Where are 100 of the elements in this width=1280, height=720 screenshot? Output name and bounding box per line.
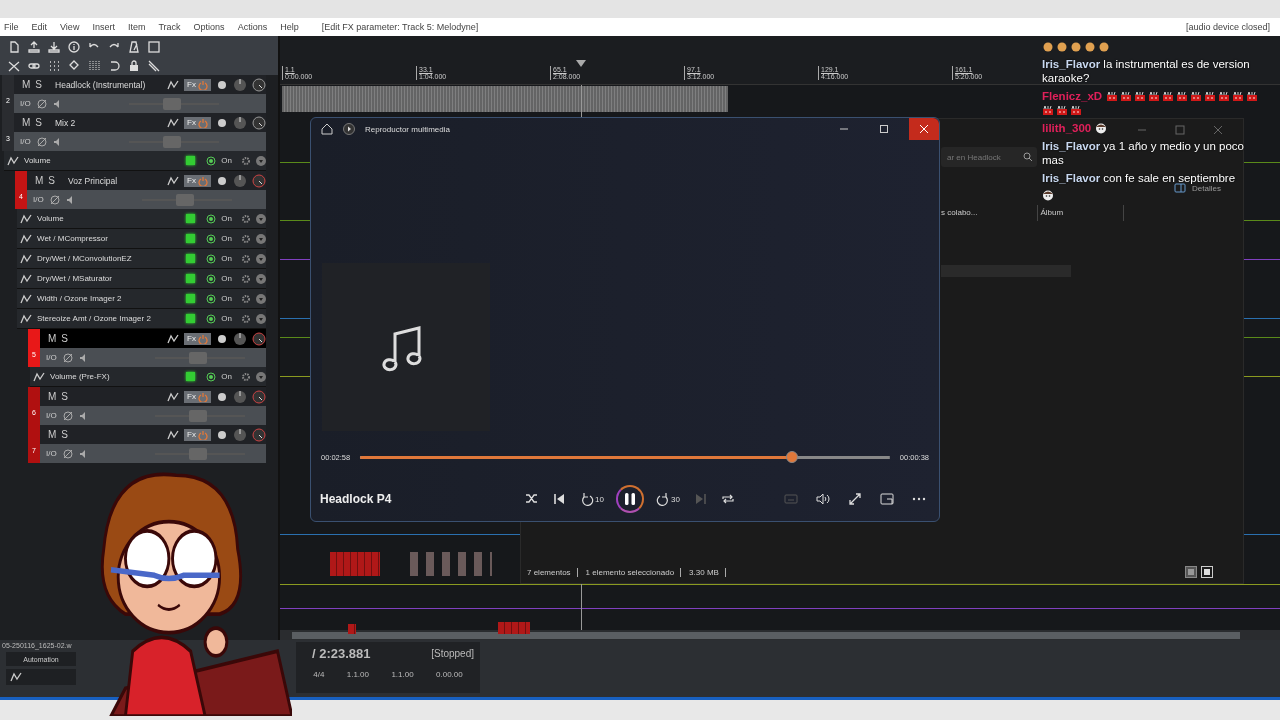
crossfade-icon[interactable]	[8, 59, 20, 72]
menu-item[interactable]: Edit	[31, 22, 48, 32]
solo-button[interactable]: S	[61, 391, 68, 402]
arm-indicator[interactable]	[186, 214, 196, 223]
column-header[interactable]: Álbum	[1038, 205, 1125, 221]
mute-button[interactable]: M	[35, 175, 44, 186]
menu-item[interactable]: File	[4, 22, 19, 32]
download-icon[interactable]	[48, 40, 60, 53]
info-icon[interactable]	[68, 40, 80, 53]
envelope-icon	[20, 232, 32, 245]
skip-back-button[interactable]: 10	[576, 486, 608, 512]
solo-button[interactable]: S	[61, 429, 68, 440]
cake-emote-icon	[1162, 89, 1176, 103]
fx-button[interactable]: Fx	[184, 428, 211, 441]
fx-button[interactable]: Fx	[184, 332, 211, 345]
menu-item[interactable]: Actions	[237, 22, 268, 32]
mute-button[interactable]: M	[48, 391, 57, 402]
menu-item[interactable]: Help	[280, 22, 299, 32]
arm-indicator[interactable]	[186, 254, 196, 263]
cake-emote-icon	[1246, 89, 1260, 103]
chat-message: Iris_Flavor ya 1 año y medio y un poco mas	[1042, 139, 1245, 167]
radio-dot-icon	[206, 273, 217, 284]
search-field[interactable]: ar en Headlock	[941, 147, 1037, 167]
seek-thumb[interactable]	[785, 451, 798, 463]
loop-icon[interactable]	[108, 59, 120, 72]
coin-emote-icon	[1070, 40, 1083, 53]
fx-button[interactable]: Fx	[184, 78, 211, 91]
fx-button[interactable]: Fx	[184, 116, 211, 129]
horizontal-scrollbar[interactable]	[280, 630, 1280, 640]
fx-button[interactable]: Fx	[184, 174, 211, 187]
menu-item[interactable]: View	[60, 22, 80, 32]
menu-item[interactable]: Insert	[92, 22, 115, 32]
on-label: On	[221, 156, 232, 165]
solo-button[interactable]: S	[48, 175, 55, 186]
dot-grid-icon[interactable]	[48, 59, 60, 72]
solo-button[interactable]: S	[61, 333, 68, 344]
transport-readout: 4/4	[313, 670, 325, 679]
envelope-icon	[20, 272, 32, 285]
details-button[interactable]: Detalles	[1192, 183, 1221, 193]
metronome-icon[interactable]	[128, 40, 140, 53]
mute-button[interactable]: M	[48, 333, 57, 344]
midi-item[interactable]	[410, 552, 492, 576]
home-icon[interactable]	[321, 123, 333, 135]
mute-button[interactable]: M	[48, 429, 57, 440]
pause-icon	[623, 492, 637, 506]
power-icon	[198, 79, 208, 90]
chat-username: lilith_300	[1042, 121, 1092, 135]
menu-item[interactable]: Track	[158, 22, 181, 32]
arm-indicator[interactable]	[186, 234, 196, 243]
coin-emote-icon	[1056, 40, 1069, 53]
track-name[interactable]: Voz Principal	[68, 175, 163, 186]
window-title: [Edit FX parameter: Track 5: Melodyne]	[321, 22, 480, 32]
automation-field[interactable]	[6, 669, 76, 685]
io-button[interactable]: I/O	[20, 99, 31, 108]
play-pause-button[interactable]	[616, 485, 644, 513]
audio-status: [audio device closed]	[1185, 22, 1270, 32]
mute-button[interactable]: M	[22, 79, 31, 90]
close-button[interactable]	[909, 118, 939, 140]
transport-readout: 1.1.00	[346, 670, 369, 679]
mute-button[interactable]: M	[22, 117, 31, 128]
io-button[interactable]: I/O	[20, 137, 31, 146]
power-icon	[198, 117, 208, 128]
envelope-name: Width / Ozone Imager 2	[37, 294, 123, 303]
track-name[interactable]: Mix 2	[55, 117, 163, 128]
solo-button[interactable]: S	[35, 79, 42, 90]
tiles-view-icon[interactable]	[1201, 566, 1213, 578]
arm-indicator[interactable]	[186, 294, 196, 303]
file-icon[interactable]	[8, 40, 20, 53]
arm-indicator[interactable]	[186, 314, 196, 323]
status-text: 1 elemento seleccionado	[585, 567, 682, 577]
maximize-icon	[1175, 125, 1185, 135]
solo-button[interactable]: S	[35, 117, 42, 128]
upload-icon[interactable]	[28, 40, 40, 53]
track-name[interactable]: Headlock (Instrumental)	[55, 79, 163, 90]
details-view-icon[interactable]	[1185, 566, 1197, 578]
skip-forward-button[interactable]: 30	[652, 486, 684, 512]
io-button[interactable]: I/O	[33, 195, 44, 204]
grid-lines-icon[interactable]	[88, 59, 100, 72]
status-text: 7 elementos	[527, 567, 578, 577]
captions-icon	[784, 492, 798, 506]
radio-dot-icon	[206, 213, 217, 224]
arm-indicator[interactable]	[186, 372, 196, 381]
phase-icon	[62, 352, 73, 363]
speaker-icon	[816, 492, 830, 506]
io-button[interactable]: I/O	[46, 449, 57, 458]
cake-emote-icon	[1070, 104, 1083, 117]
arm-indicator[interactable]	[186, 274, 196, 283]
envelope-name: Volume (Pre-FX)	[50, 372, 111, 381]
fx-button[interactable]: Fx	[184, 390, 211, 403]
trim-icon[interactable]	[148, 59, 160, 72]
envelope-icon	[20, 292, 32, 305]
io-button[interactable]: I/O	[46, 353, 57, 362]
window-title: Reproductor multimedia	[365, 124, 450, 134]
cake-emote-icon	[1190, 89, 1204, 103]
menu-item[interactable]: Options	[193, 22, 225, 32]
io-button[interactable]: I/O	[46, 411, 57, 420]
maximize-icon	[879, 124, 889, 134]
menu-item[interactable]: Item	[127, 22, 146, 32]
lock-icon[interactable]	[128, 59, 140, 72]
arm-indicator[interactable]	[186, 156, 196, 165]
